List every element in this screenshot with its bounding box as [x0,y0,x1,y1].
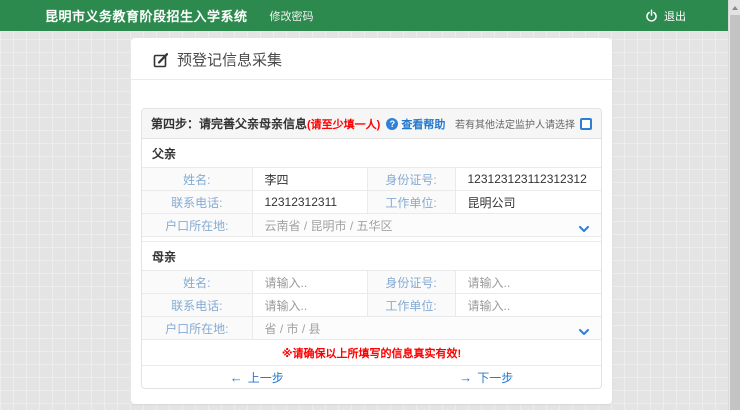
other-guardian-option: 若有其他法定监护人请选择 [455,116,592,131]
scrollbar-thumb[interactable] [730,15,740,410]
mother-residence-value: 省 / 市 / 县 [265,322,321,336]
mother-fields-table: 姓名: 请输入.. 身份证号: 请输入.. 联系电话: 请输入.. 工作单位: … [142,270,601,340]
step-title: 第四步：请完善父亲母亲信息 [151,115,307,132]
question-icon: ? [386,118,398,130]
mother-id-input[interactable]: 请输入.. [455,271,601,294]
wizard-navigation: ← 上一步 → 下一步 [142,366,601,388]
father-fields-table: 姓名: 李四 身份证号: 123123123112312312 联系电话: 12… [142,167,601,237]
view-help-link[interactable]: ? 查看帮助 [386,116,445,132]
card-header: 预登记信息采集 [131,38,612,80]
mother-work-label: 工作单位: [367,294,455,317]
step4-form: 第四步：请完善父亲母亲信息 (请至少填一人) ? 查看帮助 若有其他法定监护人请… [141,108,602,389]
mother-work-input[interactable]: 请输入.. [455,294,601,317]
page-scrollbar[interactable] [728,0,740,410]
arrow-right-icon: → [459,371,472,384]
mother-section-title: 母亲 [142,242,601,270]
mother-residence-select[interactable]: 省 / 市 / 县 [252,317,601,340]
table-row: 联系电话: 12312312311 工作单位: 昆明公司 [142,191,601,214]
table-row: 户口所在地: 省 / 市 / 县 [142,317,601,340]
next-step-label: 下一步 [477,369,513,386]
father-residence-value: 云南省 / 昆明市 / 五华区 [265,219,393,233]
next-step-button[interactable]: → 下一步 [372,369,602,386]
table-row: 联系电话: 请输入.. 工作单位: 请输入.. [142,294,601,317]
mother-phone-label: 联系电话: [142,294,252,317]
mother-name-input[interactable]: 请输入.. [252,271,367,294]
father-section: 父亲 姓名: 李四 身份证号: 123123123112312312 联系电话:… [142,139,601,237]
father-section-title: 父亲 [142,139,601,167]
father-residence-select[interactable]: 云南省 / 昆明市 / 五华区 [252,214,601,237]
content-card: 预登记信息采集 第四步：请完善父亲母亲信息 (请至少填一人) ? 查看帮助 若有… [131,38,612,404]
prev-step-button[interactable]: ← 上一步 [142,369,372,386]
father-work-input[interactable]: 昆明公司 [455,191,601,214]
mother-residence-label: 户口所在地: [142,317,252,340]
father-name-label: 姓名: [142,168,252,191]
other-guardian-checkbox[interactable] [580,118,592,130]
change-password-link[interactable]: 修改密码 [270,8,314,24]
mother-name-label: 姓名: [142,271,252,294]
table-row: 姓名: 李四 身份证号: 123123123112312312 [142,168,601,191]
page-title: 预登记信息采集 [177,49,282,70]
father-id-input[interactable]: 123123123112312312 [455,168,601,191]
step-hint: (请至少填一人) [307,116,380,132]
father-residence-label: 户口所在地: [142,214,252,237]
mother-id-label: 身份证号: [367,271,455,294]
arrow-left-icon: ← [230,371,243,384]
validity-warning: ※请确保以上所填写的信息真实有效! [142,340,601,366]
chevron-down-icon[interactable] [579,222,589,236]
father-phone-label: 联系电话: [142,191,252,214]
system-title: 昆明市义务教育阶段招生入学系统 [45,6,248,25]
mother-section: 母亲 姓名: 请输入.. 身份证号: 请输入.. 联系电话: 请输入.. 工作单… [142,241,601,340]
father-work-label: 工作单位: [367,191,455,214]
power-icon [645,9,658,22]
view-help-label: 查看帮助 [401,116,445,132]
logout-label: 退出 [664,8,686,24]
table-row: 姓名: 请输入.. 身份证号: 请输入.. [142,271,601,294]
step-header: 第四步：请完善父亲母亲信息 (请至少填一人) ? 查看帮助 若有其他法定监护人请… [142,109,601,139]
top-navbar: 昆明市义务教育阶段招生入学系统 修改密码 退出 [0,0,728,31]
edit-icon [153,52,169,68]
scroll-up-arrow-icon [732,6,738,10]
other-guardian-label: 若有其他法定监护人请选择 [455,116,575,131]
father-name-input[interactable]: 李四 [252,168,367,191]
scroll-up-button[interactable] [729,0,740,15]
father-id-label: 身份证号: [367,168,455,191]
chevron-down-icon[interactable] [579,325,589,339]
prev-step-label: 上一步 [248,369,284,386]
table-row: 户口所在地: 云南省 / 昆明市 / 五华区 [142,214,601,237]
logout-button[interactable]: 退出 [645,0,686,31]
mother-phone-input[interactable]: 请输入.. [252,294,367,317]
father-phone-input[interactable]: 12312312311 [252,191,367,214]
